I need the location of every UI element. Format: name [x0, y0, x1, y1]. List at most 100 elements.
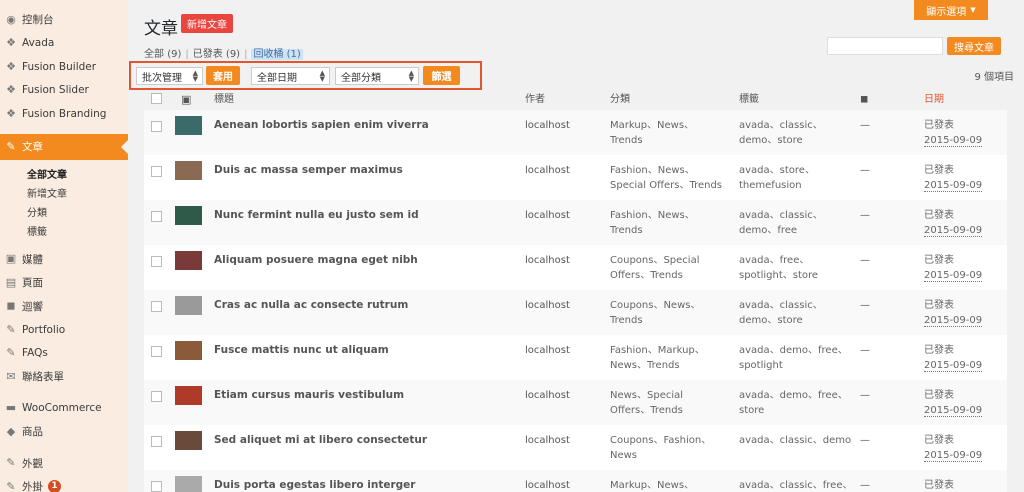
categories-line-1[interactable]: Coupons、Fashion、	[610, 435, 711, 446]
post-author-link[interactable]: localhost	[525, 253, 570, 268]
post-tags[interactable]: avada、store、 themefusion	[739, 163, 859, 193]
categories-line-2[interactable]: Offers、Trends	[610, 270, 683, 281]
categories-line-1[interactable]: Markup、News、	[610, 480, 694, 491]
add-new-post-button[interactable]: 新增文章	[181, 14, 233, 33]
post-categories[interactable]: Fashion、News、 Trends	[610, 208, 735, 238]
post-title-link[interactable]: Nunc fermint nulla eu justo sem id	[214, 208, 419, 223]
post-author-link[interactable]: localhost	[525, 478, 570, 492]
sidebar-item-avada[interactable]: ❖ Avada	[0, 32, 128, 56]
submenu-add-new[interactable]: 新增文章	[0, 183, 128, 202]
sidebar-item-plugin[interactable]: ✎ 外掛 1	[0, 475, 128, 492]
categories-line-2[interactable]: Trends	[610, 315, 643, 326]
sidebar-item-media[interactable]: ▣ 媒體	[0, 248, 128, 272]
filter-button[interactable]: 篩選	[423, 66, 460, 85]
post-author-link[interactable]: localhost	[525, 118, 570, 133]
post-title-link[interactable]: Duis ac massa semper maximus	[214, 163, 403, 178]
filter-all-link[interactable]: 全部 (9)	[144, 49, 181, 60]
row-checkbox[interactable]	[151, 256, 162, 267]
sidebar-item-faq-pin[interactable]: ✎ FAQs	[0, 342, 128, 366]
tags-line-1[interactable]: avada、classic、demo	[739, 435, 851, 446]
post-categories[interactable]: Coupons、Fashion、 News	[610, 433, 735, 463]
tags-line-2[interactable]: demo、free	[739, 225, 797, 236]
post-author-link[interactable]: localhost	[525, 433, 570, 448]
filter-trash-link[interactable]: 回收桶 (1)	[251, 49, 303, 60]
tags-line-1[interactable]: avada、classic、	[739, 120, 823, 131]
row-checkbox[interactable]	[151, 391, 162, 402]
post-author-link[interactable]: localhost	[525, 343, 570, 358]
row-checkbox[interactable]	[151, 301, 162, 312]
sidebar-item-appearance[interactable]: ✎ 外觀	[0, 452, 128, 476]
tags-line-2[interactable]: themefusion	[739, 180, 802, 191]
categories-line-2[interactable]: Offers、Trends	[610, 405, 683, 416]
post-categories[interactable]: Coupons、Special Offers、Trends	[610, 253, 735, 283]
sidebar-item-mail[interactable]: ✉ 聯絡表單	[0, 365, 128, 389]
search-posts-button[interactable]: 搜尋文章	[947, 37, 1001, 55]
post-author-link[interactable]: localhost	[525, 163, 570, 178]
row-checkbox[interactable]	[151, 121, 162, 132]
post-tags[interactable]: avada、demo、free、 store	[739, 388, 859, 418]
tags-line-1[interactable]: avada、classic、free、	[739, 480, 852, 491]
categories-line-2[interactable]: News	[610, 450, 637, 461]
tags-line-2[interactable]: demo、store	[739, 135, 803, 146]
post-title-link[interactable]: Fusce mattis nunc ut aliquam	[214, 343, 389, 358]
post-title-link[interactable]: Cras ac nulla ac consecte rutrum	[214, 298, 408, 313]
post-categories[interactable]: Markup、News、 Trends	[610, 118, 735, 148]
categories-line-2[interactable]: Special Offers、Trends	[610, 180, 722, 191]
tags-line-1[interactable]: avada、demo、free、	[739, 345, 848, 356]
post-tags[interactable]: avada、classic、 demo、store	[739, 298, 859, 328]
categories-line-1[interactable]: Coupons、Special	[610, 255, 699, 266]
categories-line-1[interactable]: Coupons、News、	[610, 300, 700, 311]
category-filter-select[interactable]: 全部分類 ▲ ▼	[335, 67, 419, 85]
sidebar-item-portfolio-pin[interactable]: ✎ Portfolio	[0, 318, 128, 342]
categories-line-2[interactable]: Trends	[610, 135, 643, 146]
post-tags[interactable]: avada、classic、 demo、free	[739, 208, 859, 238]
post-tags[interactable]: avada、free、 spotlight、store	[739, 253, 859, 283]
search-posts-input[interactable]	[827, 37, 943, 55]
sidebar-item-fusion-slider[interactable]: ❖ Fusion Slider	[0, 79, 128, 103]
column-title[interactable]: 標題	[214, 92, 234, 107]
sidebar-item-dashboard[interactable]: ◉ 控制台	[0, 8, 128, 32]
categories-line-2[interactable]: Trends	[610, 225, 643, 236]
categories-line-2[interactable]: News、Trends	[610, 360, 680, 371]
sidebar-item-product[interactable]: ◆ 商品	[0, 420, 128, 444]
post-categories[interactable]: Markup、News、	[610, 478, 735, 492]
sidebar-item-page[interactable]: ▤ 頁面	[0, 271, 128, 295]
categories-line-1[interactable]: Fashion、News、	[610, 165, 695, 176]
column-date[interactable]: 日期	[924, 92, 944, 107]
categories-line-1[interactable]: Fashion、News、	[610, 210, 695, 221]
post-author-link[interactable]: localhost	[525, 298, 570, 313]
row-checkbox[interactable]	[151, 436, 162, 447]
sidebar-item-posts[interactable]: ✎ 文章	[0, 133, 128, 160]
post-title-link[interactable]: Sed aliquet mi at libero consectetur	[214, 433, 427, 448]
submenu-categories[interactable]: 分類	[0, 202, 128, 221]
post-tags[interactable]: avada、classic、demo	[739, 433, 859, 448]
date-filter-select[interactable]: 全部日期 ▲ ▼	[251, 67, 330, 85]
post-author-link[interactable]: localhost	[525, 388, 570, 403]
tags-line-1[interactable]: avada、store、	[739, 165, 815, 176]
post-tags[interactable]: avada、classic、 demo、store	[739, 118, 859, 148]
select-all-checkbox[interactable]	[151, 93, 162, 104]
submenu-tags[interactable]: 標籤	[0, 221, 128, 240]
post-categories[interactable]: News、Special Offers、Trends	[610, 388, 735, 418]
row-checkbox[interactable]	[151, 481, 162, 492]
tags-line-1[interactable]: avada、classic、	[739, 300, 823, 311]
bulk-actions-select[interactable]: 批次管理 ▲ ▼	[136, 67, 203, 85]
apply-button[interactable]: 套用	[206, 66, 240, 85]
sidebar-item-woo[interactable]: ▬ WooCommerce	[0, 397, 128, 421]
tags-line-2[interactable]: spotlight	[739, 360, 783, 371]
post-categories[interactable]: Coupons、News、 Trends	[610, 298, 735, 328]
row-checkbox[interactable]	[151, 166, 162, 177]
post-tags[interactable]: avada、demo、free、 spotlight	[739, 343, 859, 373]
post-author-link[interactable]: localhost	[525, 208, 570, 223]
tags-line-1[interactable]: avada、demo、free、	[739, 390, 848, 401]
tags-line-2[interactable]: demo、store	[739, 315, 803, 326]
row-checkbox[interactable]	[151, 346, 162, 357]
post-tags[interactable]: avada、classic、free、	[739, 478, 859, 492]
post-title-link[interactable]: Duis porta egestas libero interger	[214, 478, 415, 492]
comment-bubble-icon[interactable]: ◼	[860, 92, 868, 107]
post-title-link[interactable]: Aenean lobortis sapien enim viverra	[214, 118, 429, 133]
post-categories[interactable]: Fashion、News、 Special Offers、Trends	[610, 163, 735, 193]
tags-line-1[interactable]: avada、classic、	[739, 210, 823, 221]
filter-published-link[interactable]: 已發表 (9)	[193, 49, 240, 60]
row-checkbox[interactable]	[151, 211, 162, 222]
